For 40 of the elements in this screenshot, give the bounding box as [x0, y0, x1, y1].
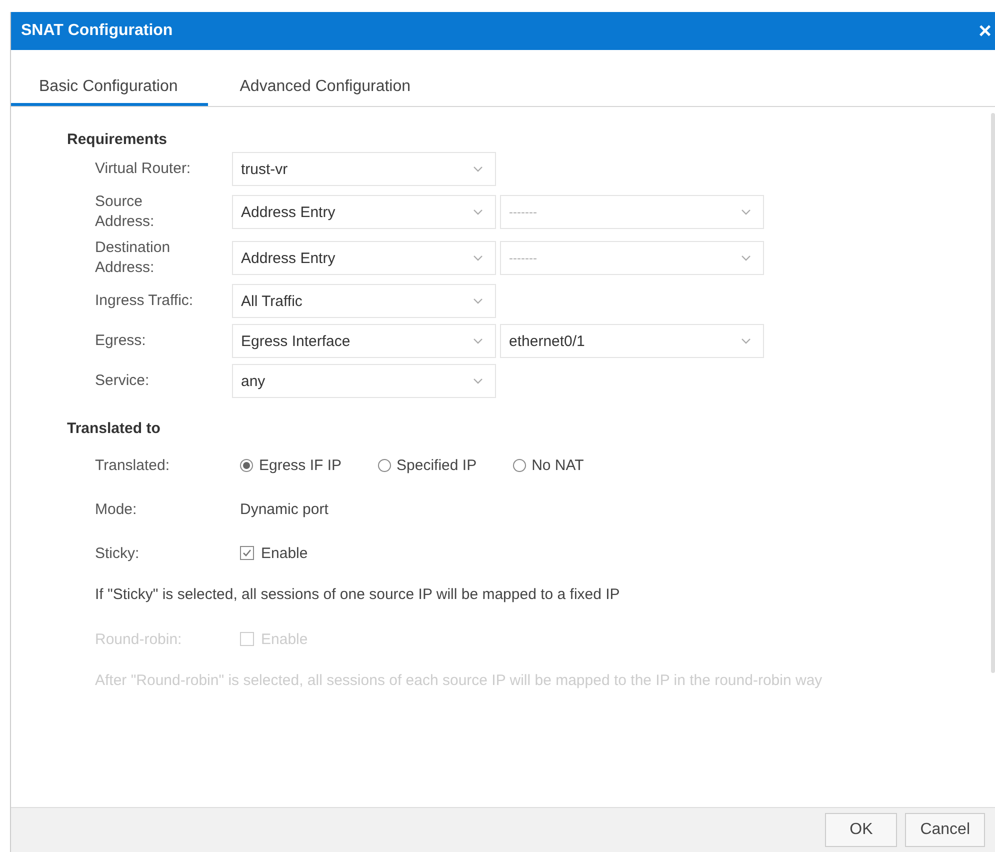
checkmark-icon	[241, 547, 253, 559]
radio-option[interactable]: No NAT	[512, 456, 584, 474]
field-label: Virtual Router:	[95, 159, 192, 179]
dropdown[interactable]: trust-vr	[232, 152, 496, 186]
chevron-icon	[473, 298, 483, 304]
field-label: Egress:	[95, 331, 147, 351]
radio-option[interactable]: Specified IP	[378, 456, 477, 474]
field-label: Source Address:	[95, 192, 156, 232]
field-label: Translated:	[95, 456, 170, 474]
dropdown[interactable]: All Traffic	[232, 284, 496, 318]
dropdown[interactable]: any	[232, 364, 496, 398]
section-heading: Translated to	[67, 420, 162, 437]
field-label: Mode:	[95, 500, 138, 518]
tab[interactable]: Advanced Configuration	[208, 70, 441, 106]
chevron-icon	[473, 378, 483, 384]
chevron-icon	[741, 255, 751, 261]
close-button[interactable]: ×	[975, 20, 995, 42]
help-text: If "Sticky" is selected, all sessions of one source IP will be mapped to a fixed IP	[94, 585, 621, 605]
radio-option[interactable]: Egress IF IP	[240, 456, 342, 474]
chevron-icon	[473, 255, 483, 261]
chevron-icon	[473, 166, 483, 172]
section-heading: Requirements	[67, 131, 168, 148]
chevron-icon	[741, 209, 751, 215]
window-title: SNAT Configuration	[21, 22, 173, 40]
dropdown[interactable]: Egress Interface	[232, 324, 496, 358]
chevron-icon	[473, 209, 483, 215]
enable-checkbox[interactable]: Enable	[240, 544, 308, 562]
dropdown[interactable]: Address Entry	[232, 195, 496, 229]
field-value: Dynamic port	[240, 500, 328, 518]
field-label: Sticky:	[95, 544, 140, 562]
field-label: Destination Address:	[95, 238, 172, 278]
tab[interactable]: Basic Configuration	[11, 70, 208, 106]
chevron-icon	[741, 338, 751, 344]
field-label: Service:	[95, 371, 150, 391]
cancel-button[interactable]: Cancel	[905, 813, 985, 847]
dropdown[interactable]: ethernet0/1	[500, 324, 764, 358]
field-label: Ingress Traffic:	[95, 291, 194, 311]
chevron-icon	[473, 338, 483, 344]
ok-button[interactable]: OK	[825, 813, 898, 847]
dropdown[interactable]: Address Entry	[232, 241, 496, 275]
